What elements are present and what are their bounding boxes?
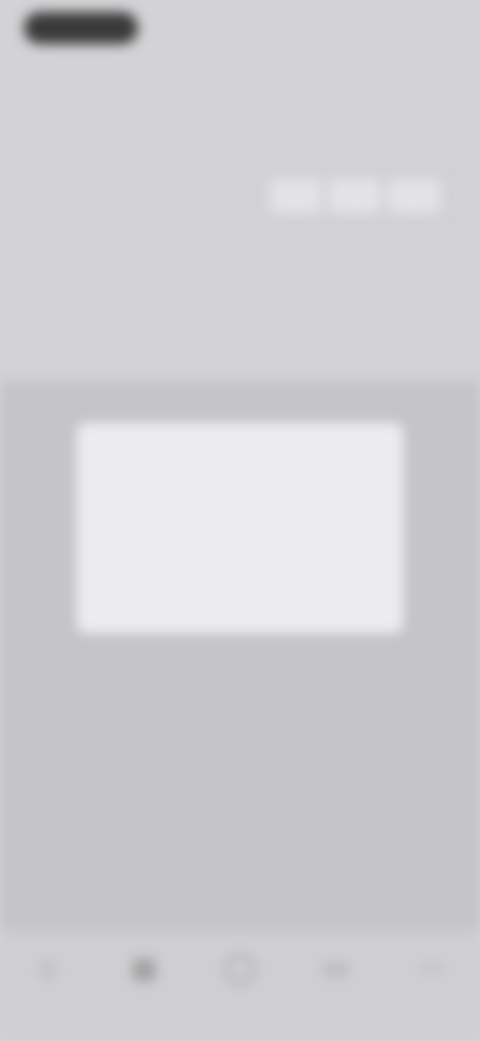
confirm-button[interactable] (312, 604, 332, 612)
cancel-button[interactable] (148, 604, 168, 612)
tab-more[interactable]: ⋯ (384, 931, 480, 1041)
status-bar (0, 0, 480, 60)
message-icon: ▭ (322, 952, 350, 983)
settings-row[interactable] (0, 169, 480, 222)
more-icon: ⋯ (418, 952, 446, 983)
tab-grid[interactable]: ▦ (96, 931, 192, 1041)
tab-message[interactable]: ▭ (288, 931, 384, 1041)
tab-home[interactable]: ⌂ (0, 931, 96, 1041)
settings-row[interactable] (0, 328, 480, 381)
tab-bar: ⌂ ▦ ◯ ▭ ⋯ (0, 930, 480, 1041)
alert-dialog (76, 422, 404, 634)
navigation-bar (0, 60, 480, 116)
segment-option[interactable] (388, 179, 440, 213)
dialog-actions (76, 604, 404, 612)
settings-row[interactable] (0, 222, 480, 275)
segment-option[interactable] (329, 179, 381, 213)
settings-list (0, 116, 480, 381)
settings-row[interactable] (0, 116, 480, 169)
segmented-control[interactable] (270, 179, 440, 213)
settings-row[interactable] (0, 275, 480, 328)
dynamic-island (24, 12, 138, 44)
grid-icon: ▦ (130, 952, 158, 983)
segment-option[interactable] (270, 179, 322, 213)
user-icon: ◯ (224, 952, 256, 983)
tab-user[interactable]: ◯ (192, 931, 288, 1041)
home-icon: ⌂ (39, 951, 57, 982)
